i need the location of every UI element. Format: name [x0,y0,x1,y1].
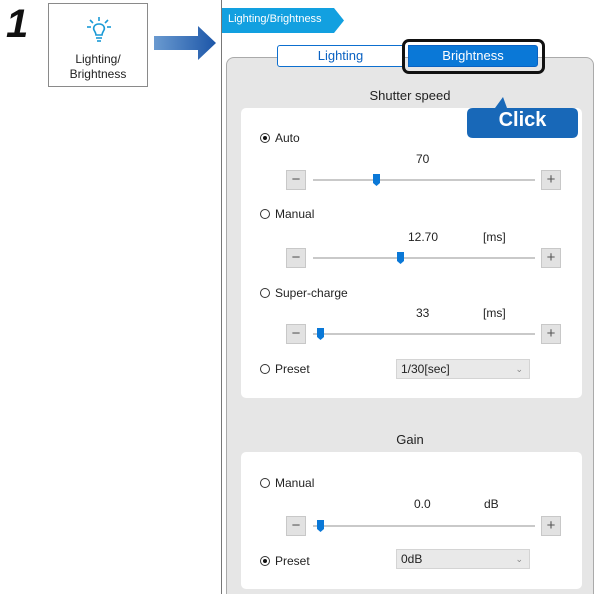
preset-radio[interactable] [260,364,270,374]
chevron-down-icon: ⌄ [515,554,523,564]
manual-slider-track [313,257,535,259]
lighting-brightness-button[interactable]: Lighting/ Brightness [48,3,148,87]
supercharge-value: 33 [416,306,430,320]
gain-manual-value: 0.0 [414,497,431,511]
auto-value: 70 [416,152,430,166]
gain-title: Gain [396,432,424,447]
gain-slider-thumb[interactable] [317,520,325,532]
gain-preset-select[interactable]: 0dB ⌄ [396,549,530,569]
icon-button-label-line1: Lighting/ [75,52,121,66]
manual-unit: [ms] [483,230,506,244]
icon-button-label-line2: Brightness [69,67,127,81]
right-arrow-icon [154,26,216,60]
manual-radio[interactable] [260,209,270,219]
click-callout-text: Click [498,109,547,131]
gain-plus-button[interactable]: + [541,516,561,536]
auto-radio[interactable] [260,133,270,143]
auto-slider-thumb[interactable] [373,174,381,186]
manual-minus-button[interactable]: − [286,248,306,268]
supercharge-unit: [ms] [483,306,506,320]
auto-slider-track [313,179,535,181]
supercharge-radio[interactable] [260,288,270,298]
auto-plus-button[interactable]: + [541,170,561,190]
lightbulb-icon [87,17,111,42]
shutter-preset-select[interactable]: 1/30[sec] ⌄ [396,359,530,379]
gain-manual-radio[interactable] [260,478,270,488]
gain-slider-track [313,525,535,527]
gain-preset-value: 0dB [401,552,423,566]
click-callout: Click [467,95,578,138]
supercharge-slider-track [313,333,535,335]
gain-minus-button[interactable]: − [286,516,306,536]
auto-minus-button[interactable]: − [286,170,306,190]
supercharge-minus-button[interactable]: − [286,324,306,344]
manual-plus-button[interactable]: + [541,248,561,268]
tab-lighting[interactable]: Lighting [277,45,404,67]
auto-label: Auto [275,131,300,145]
preset-label: Preset [275,362,310,376]
window-title: Lighting/Brightness [228,13,322,25]
tab-highlight-frame [402,39,545,74]
manual-slider-thumb[interactable] [396,252,404,264]
gain-manual-unit: dB [484,497,499,511]
chevron-down-icon: ⌄ [515,364,523,374]
step-number: 1 [6,2,29,46]
gain-preset-radio[interactable] [260,556,270,566]
gain-preset-label: Preset [275,554,310,568]
supercharge-label: Super-charge [275,286,348,300]
manual-value: 12.70 [408,230,439,244]
gain-manual-label: Manual [275,476,315,490]
shutter-preset-value: 1/30[sec] [401,362,450,376]
manual-label: Manual [275,207,315,221]
supercharge-slider-thumb[interactable] [317,328,325,340]
supercharge-plus-button[interactable]: + [541,324,561,344]
